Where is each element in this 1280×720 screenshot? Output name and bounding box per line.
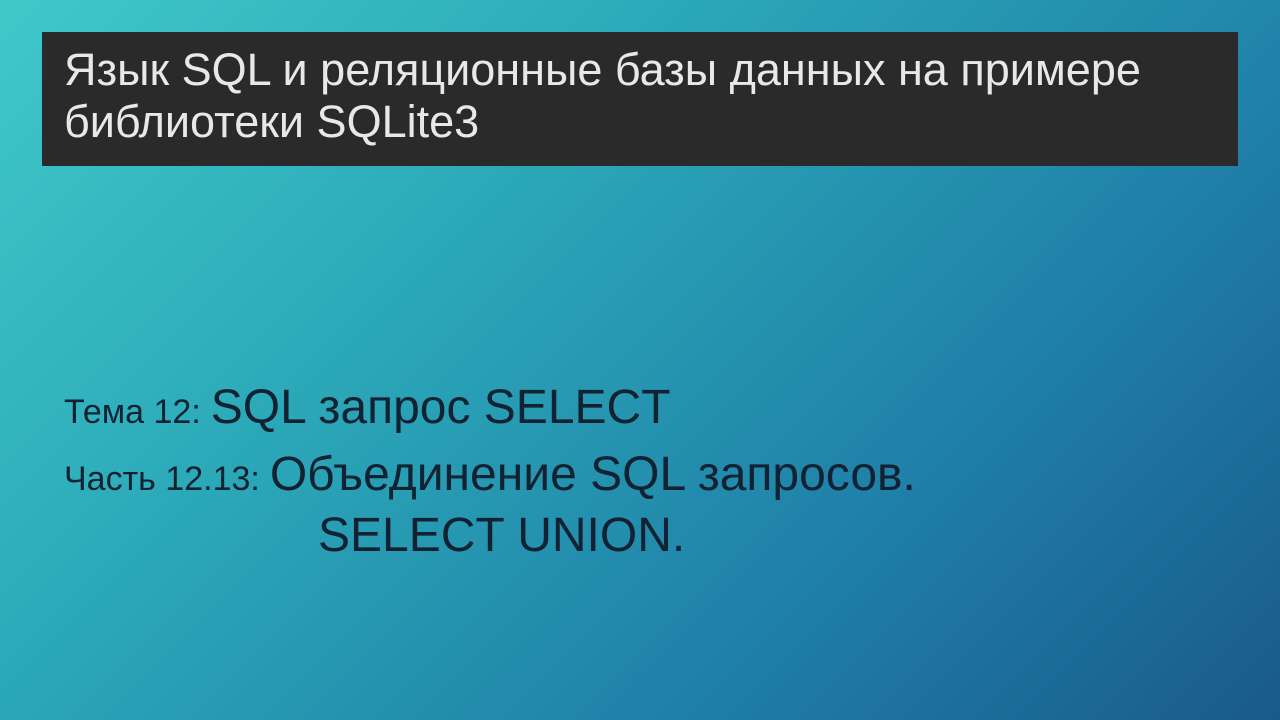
theme-value: SQL запрос SELECT: [211, 380, 671, 435]
theme-label: Тема 12:: [64, 393, 201, 432]
title-bar: Язык SQL и реляционные базы данных на пр…: [42, 32, 1238, 166]
slide-title: Язык SQL и реляционные базы данных на пр…: [64, 44, 1216, 148]
theme-line: Тема 12: SQL запрос SELECT: [64, 380, 916, 435]
slide-content: Тема 12: SQL запрос SELECT Часть 12.13: …: [64, 380, 916, 563]
part-value-line2: SELECT UNION.: [318, 508, 916, 563]
part-line: Часть 12.13: Объединение SQL запросов.: [64, 447, 916, 502]
part-value: Объединение SQL запросов.: [270, 447, 916, 502]
part-label: Часть 12.13:: [64, 460, 260, 499]
